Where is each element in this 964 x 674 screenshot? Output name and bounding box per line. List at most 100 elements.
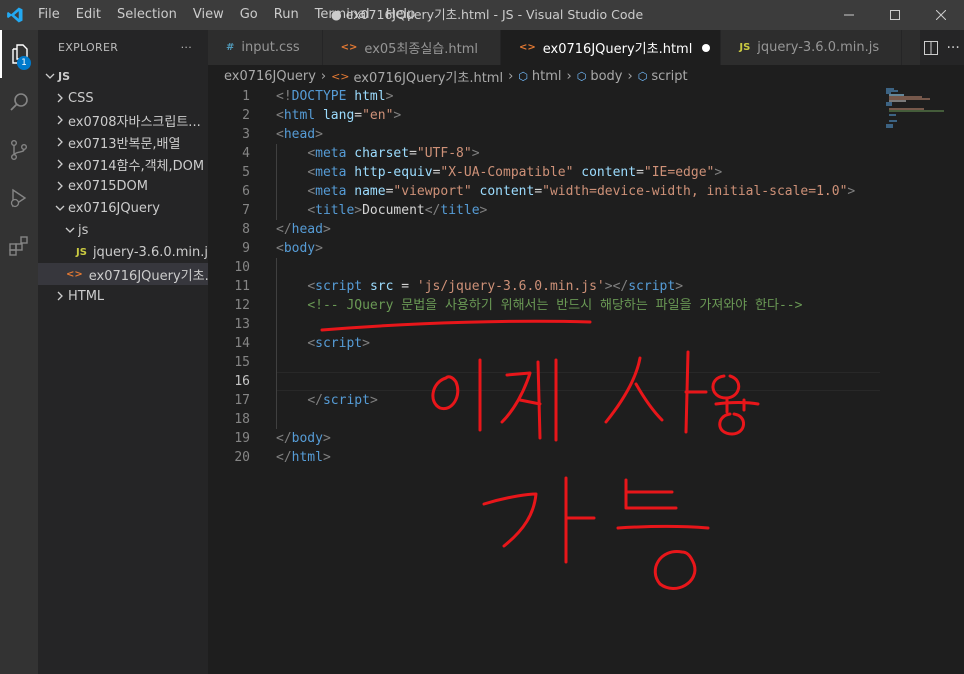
code-line[interactable]: 17 </script>: [208, 391, 964, 410]
code-token: >: [675, 279, 684, 294]
code-token: <: [276, 127, 284, 142]
code-token: >: [714, 165, 723, 180]
code-line[interactable]: 1 <!DOCTYPE html>: [208, 87, 964, 106]
close-button[interactable]: [918, 0, 964, 30]
code-token: "IE=edge": [643, 165, 715, 180]
editor-tab[interactable]: <> ex05최종실습.html: [322, 30, 502, 65]
code-token: content: [581, 165, 637, 180]
code-token: lang: [322, 108, 355, 123]
line-number: 17: [234, 393, 250, 408]
more-actions-button[interactable]: ···: [181, 41, 192, 54]
breadcrumb-item[interactable]: ex0716JQuery: [224, 69, 316, 84]
tree-item-label: ex0714함수,객체,DOM: [68, 158, 205, 174]
breadcrumb-item[interactable]: body: [590, 69, 622, 84]
code-text: <meta http-equiv = "X-UA-Compatible" conte…: [276, 163, 722, 182]
code-text: <title>Document</title>: [276, 201, 487, 220]
menu-edit[interactable]: Edit: [68, 0, 109, 30]
code-token: </: [276, 450, 292, 465]
editor-tab[interactable]: JS jquery-3.6.0.min.js: [721, 30, 903, 65]
editor-tab[interactable]: <> ex0716JQuery기초.html: [501, 30, 722, 65]
code-token: =: [409, 146, 417, 161]
maximize-button[interactable]: [872, 0, 918, 30]
code-line[interactable]: 19 </body>: [208, 429, 964, 448]
line-number: 1: [242, 89, 250, 104]
line-number: 10: [234, 260, 250, 275]
code-line[interactable]: 2 <html lang="en">: [208, 106, 964, 125]
tree-item-label: ex0716JQuery기초.h...: [88, 268, 208, 284]
code-line[interactable]: 11 <script src = 'js/jquery-3.6.0.min.js…: [208, 277, 964, 296]
code-line[interactable]: 10: [208, 258, 964, 277]
code-text: </head>: [276, 220, 331, 239]
folder-item[interactable]: ex0716JQuery: [38, 197, 208, 219]
menu-terminal[interactable]: Terminal: [307, 0, 378, 30]
folder-item[interactable]: HTML: [38, 285, 208, 307]
code-line[interactable]: 7 <title>Document</title>: [208, 201, 964, 220]
code-token: "width=device-width, initial-scale=1.0": [542, 184, 848, 199]
code-line[interactable]: 3 <head>: [208, 125, 964, 144]
activity-search[interactable]: [0, 78, 38, 126]
activity-source-control[interactable]: [0, 126, 38, 174]
code-token: "viewport": [393, 184, 472, 199]
code-line[interactable]: 8 </head>: [208, 220, 964, 239]
code-line[interactable]: 5 <meta http-equiv = "X-UA-Compatible" con…: [208, 163, 964, 182]
file-item[interactable]: <> ex0716JQuery기초.h...: [38, 263, 208, 285]
breadcrumb: ex0716JQuery › <> ex0716JQuery기초.html › ⬡ html…: [208, 65, 964, 87]
minimize-button[interactable]: [826, 0, 872, 30]
folder-item[interactable]: ex0715DOM: [38, 175, 208, 197]
code-text: <html lang="en">: [276, 106, 401, 125]
folder-item[interactable]: CSS: [38, 87, 208, 109]
folder-item[interactable]: ex0714함수,객체,DOM: [38, 153, 208, 175]
code-line[interactable]: 9 <body>: [208, 239, 964, 258]
code-line[interactable]: 4 <meta charset="UTF-8">: [208, 144, 964, 163]
more-icon[interactable]: ···: [946, 40, 959, 56]
activity-explorer[interactable]: 1: [0, 30, 38, 78]
symbol-icon: ⬡: [637, 69, 648, 83]
activity-extensions[interactable]: [0, 222, 38, 270]
folder-item[interactable]: ex0708자바스크립트...: [38, 109, 208, 131]
code-token: >: [604, 279, 613, 294]
code-line[interactable]: 16: [208, 372, 964, 391]
line-number: 18: [234, 412, 250, 427]
breadcrumb-item[interactable]: html: [532, 69, 562, 84]
editor-tab[interactable]: # input.css: [208, 30, 323, 65]
code-line[interactable]: 15: [208, 353, 964, 372]
code-line[interactable]: 13: [208, 315, 964, 334]
code-token: </: [424, 203, 441, 218]
file-item[interactable]: JS jquery-3.6.0.min.js: [38, 241, 208, 263]
breadcrumb-item[interactable]: ex0716JQuery기초.html: [354, 67, 504, 86]
code-editor[interactable]: 1 <!DOCTYPE html> 2 <html lang="en"> 3 <head>…: [208, 87, 964, 674]
code-token: content: [479, 184, 535, 199]
chevron-right-icon: [52, 112, 68, 128]
minimap[interactable]: [884, 87, 956, 147]
activity-run-debug[interactable]: [0, 174, 38, 222]
menu-run[interactable]: Run: [266, 0, 307, 30]
menu-help[interactable]: Help: [378, 0, 424, 30]
source-control-icon: [10, 140, 27, 161]
folder-item[interactable]: js: [38, 219, 208, 241]
menu-go[interactable]: Go: [232, 0, 266, 30]
unsaved-dot-icon[interactable]: [702, 43, 711, 52]
code-line[interactable]: 20 </html>: [208, 448, 964, 467]
code-line[interactable]: 14 <script>: [208, 334, 964, 353]
code-line[interactable]: 6 <meta name="viewport" content="width=d…: [208, 182, 964, 201]
breadcrumb-item[interactable]: script: [651, 69, 687, 84]
code-line[interactable]: 12 <!-- JQuery 문법을 사용하기 위해서는 반드시 해당하는 파일…: [208, 296, 964, 315]
line-number: 13: [234, 317, 250, 332]
chevron-right-icon: ›: [320, 68, 327, 84]
split-editor-icon[interactable]: [924, 40, 939, 55]
folder-item[interactable]: ex0713반복문,배열: [38, 131, 208, 153]
line-number: 15: [234, 355, 250, 370]
menu-view[interactable]: View: [185, 0, 232, 30]
menu-selection[interactable]: Selection: [109, 0, 185, 30]
menu-file[interactable]: File: [30, 0, 68, 30]
chevron-right-icon: [52, 178, 68, 194]
workspace-root[interactable]: JS: [38, 65, 208, 87]
code-token: >: [315, 241, 323, 256]
code-token: <: [307, 336, 316, 351]
code-line[interactable]: 18: [208, 410, 964, 429]
tab-label: jquery-3.6.0.min.js: [757, 40, 880, 55]
chevron-right-icon: ›: [566, 68, 572, 84]
